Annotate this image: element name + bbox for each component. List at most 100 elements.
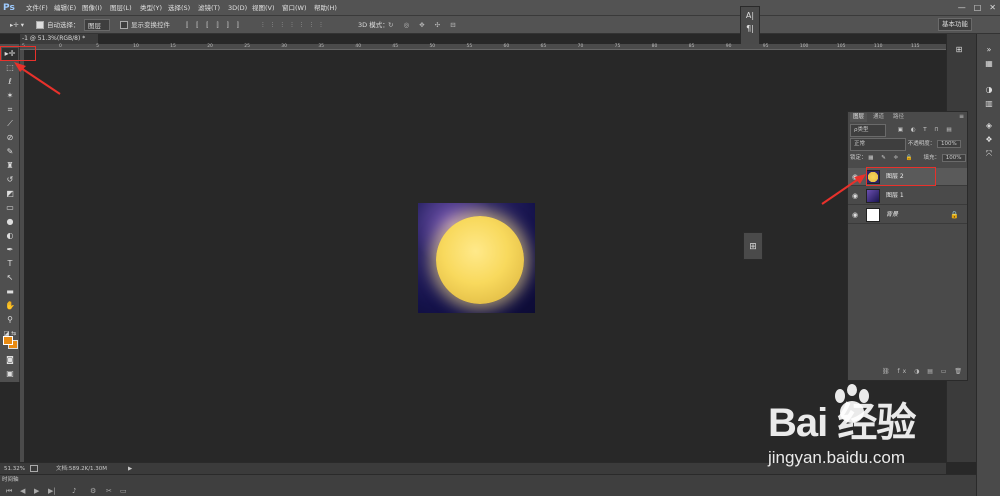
tab-timeline[interactable]: 时间轴: [2, 476, 19, 484]
lock-icons[interactable]: ▦ ✎ ✛ 🔒: [868, 155, 916, 161]
distribute-icons[interactable]: ⫶ ⫶ ⫶ ⫶ ⫶ ⫶ ⫶: [262, 19, 325, 31]
tab-paths[interactable]: 路径: [890, 113, 907, 122]
menu-type[interactable]: 类型(Y): [140, 2, 162, 14]
menu-edit[interactable]: 编辑(E): [54, 2, 76, 14]
ruler-tick-label: 95: [762, 44, 769, 49]
cut-icon[interactable]: ✂: [106, 487, 112, 495]
pen-tool-icon[interactable]: ✒: [2, 244, 18, 256]
healing-brush-icon[interactable]: ⊘: [2, 132, 18, 144]
screen-mode-icon[interactable]: ▣: [2, 368, 18, 380]
move-tool-icon[interactable]: ▸✛ ▾: [10, 19, 24, 31]
shape-tool-icon[interactable]: ▬: [2, 286, 18, 298]
collapse-icon[interactable]: »: [981, 44, 997, 56]
visibility-eye-icon[interactable]: ◉: [852, 210, 860, 220]
3d-mode-icons[interactable]: ↻ ◎ ✥ ✣ ⊟: [388, 19, 460, 31]
auto-select-checkbox[interactable]: [36, 21, 44, 29]
layer-filter-row: ρ类型 ▣ ◐ T ⊓ ▤ ●: [850, 124, 967, 145]
gradient-tool-icon[interactable]: ▭: [2, 202, 18, 214]
layer-name: 背景: [886, 211, 899, 218]
history-brush-icon[interactable]: ↺: [2, 174, 18, 186]
fill-field[interactable]: 100%: [941, 154, 966, 162]
panel-menu-icon[interactable]: ≡: [959, 113, 964, 120]
settings-icon[interactable]: ⚙: [90, 487, 96, 495]
transition-icon[interactable]: ▭: [120, 487, 127, 495]
baidu-url: jingyan.baidu.com: [768, 448, 906, 467]
ruler-tick-label: 60: [503, 44, 510, 49]
opacity-field[interactable]: 100%: [937, 140, 961, 148]
menu-filter[interactable]: 滤镜(T): [198, 2, 220, 14]
hand-tool-icon[interactable]: ✋: [2, 300, 18, 312]
menu-view[interactable]: 视图(V): [252, 2, 275, 14]
blend-mode-dropdown[interactable]: 正常: [850, 138, 906, 151]
tab-channels[interactable]: 通道: [870, 113, 887, 122]
arrow-annotation-right: [821, 174, 866, 205]
swatches-icon[interactable]: ▦: [981, 58, 997, 70]
foreground-color-swatch[interactable]: [3, 336, 13, 345]
close-button[interactable]: ✕: [989, 1, 996, 15]
menu-image[interactable]: 图像(I): [82, 2, 102, 14]
moon-image: [436, 216, 524, 304]
eyedropper-icon[interactable]: ⟋: [2, 118, 18, 130]
character-icon[interactable]: A|: [741, 11, 759, 20]
properties-panel-button[interactable]: ⊞: [743, 232, 763, 260]
brush-tool-icon[interactable]: ✎: [2, 146, 18, 158]
crop-tool-icon[interactable]: ⌗: [2, 104, 18, 116]
zoom-tool-icon[interactable]: ⚲: [2, 314, 18, 326]
options-bar: ▸✛ ▾ 自动选择： 图层 ⇕ 显示变换控件 ⫿ ⫿ ⫿ ⫿ ⫿ ⫿ ⫶ ⫶ ⫶…: [0, 16, 1000, 42]
ruler-tick-label: 0: [59, 44, 62, 49]
canvas-image[interactable]: [418, 203, 535, 313]
ruler-tick-label: 15: [170, 44, 176, 49]
layer-filter-dropdown[interactable]: ρ类型: [850, 124, 886, 137]
channels-icon[interactable]: ❖: [981, 134, 997, 146]
workspace-selector[interactable]: 基本功能: [938, 18, 972, 31]
ruler-tick-label: 10: [133, 44, 139, 49]
ruler-tick-label: 30: [281, 44, 287, 49]
layer-thumbnail: [866, 208, 880, 222]
minimize-button[interactable]: —: [958, 1, 966, 15]
dodge-tool-icon[interactable]: ◐: [2, 230, 18, 242]
blur-tool-icon[interactable]: ●: [2, 216, 18, 228]
app-logo: Ps: [3, 3, 15, 13]
next-frame-icon[interactable]: ▶|: [48, 487, 56, 495]
first-frame-icon[interactable]: ⏮: [6, 487, 12, 496]
styles-icon[interactable]: ▥: [981, 98, 997, 110]
layer-name: 图层 1: [886, 192, 904, 199]
prev-frame-icon[interactable]: ◀: [20, 487, 25, 495]
layer-row-background[interactable]: ◉ 背景 🔒: [848, 206, 967, 224]
ruler-tick-label: 35: [318, 44, 325, 49]
document-tab[interactable]: -1 @ 51.3%(RGB/8) *: [20, 34, 98, 44]
ruler-tick-label: 5: [96, 44, 99, 49]
paragraph-icon[interactable]: ¶|: [741, 24, 759, 33]
paths-icon[interactable]: ⤧: [981, 148, 997, 160]
menu-window[interactable]: 窗口(W): [282, 2, 307, 14]
show-transform-checkbox[interactable]: [120, 21, 128, 29]
quick-mask-icon[interactable]: ◙: [2, 354, 18, 366]
lock-icon: 🔒: [950, 211, 959, 219]
type-tool-icon[interactable]: T: [2, 258, 18, 270]
baidu-watermark: Bai 经验 jingyan.baidu.com: [768, 384, 948, 470]
menu-select[interactable]: 选择(S): [168, 2, 190, 14]
menu-3d[interactable]: 3D(D): [228, 2, 247, 14]
layers-icon[interactable]: ◈: [981, 120, 997, 132]
menu-help[interactable]: 帮助(H): [314, 2, 337, 14]
adjustments-icon[interactable]: ◑: [981, 84, 997, 96]
opacity-label: 不透明度：: [907, 141, 936, 147]
auto-select-label: 自动选择：: [47, 21, 80, 29]
menu-layer[interactable]: 图层(L): [110, 2, 132, 14]
menu-bar: Ps 文件(F) 编辑(E) 图像(I) 图层(L) 类型(Y) 选择(S) 滤…: [0, 0, 1000, 16]
eraser-tool-icon[interactable]: ◩: [2, 188, 18, 200]
path-select-icon[interactable]: ↖: [2, 272, 18, 284]
clone-stamp-icon[interactable]: ♜: [2, 160, 18, 172]
auto-select-dropdown[interactable]: 图层 ⇕: [84, 19, 110, 42]
ruler-tick-label: 65: [540, 44, 547, 49]
maximize-button[interactable]: □: [974, 1, 982, 15]
ruler-tick-label: 40: [355, 44, 362, 49]
history-icon[interactable]: ⊞: [951, 44, 967, 56]
play-icon[interactable]: ▶: [34, 487, 39, 495]
audio-icon[interactable]: ♪: [72, 487, 76, 495]
lock-row: 锁定： ▦ ✎ ✛ 🔒 填充： 100%: [850, 153, 967, 164]
menu-file[interactable]: 文件(F): [26, 2, 48, 14]
layer-actions-bar[interactable]: ⛓ fx ◑ ▤ ▭ 🗑: [850, 368, 965, 378]
align-icons[interactable]: ⫿ ⫿ ⫿ ⫿ ⫿ ⫿: [186, 19, 242, 31]
tab-layers[interactable]: 图层: [850, 113, 868, 122]
